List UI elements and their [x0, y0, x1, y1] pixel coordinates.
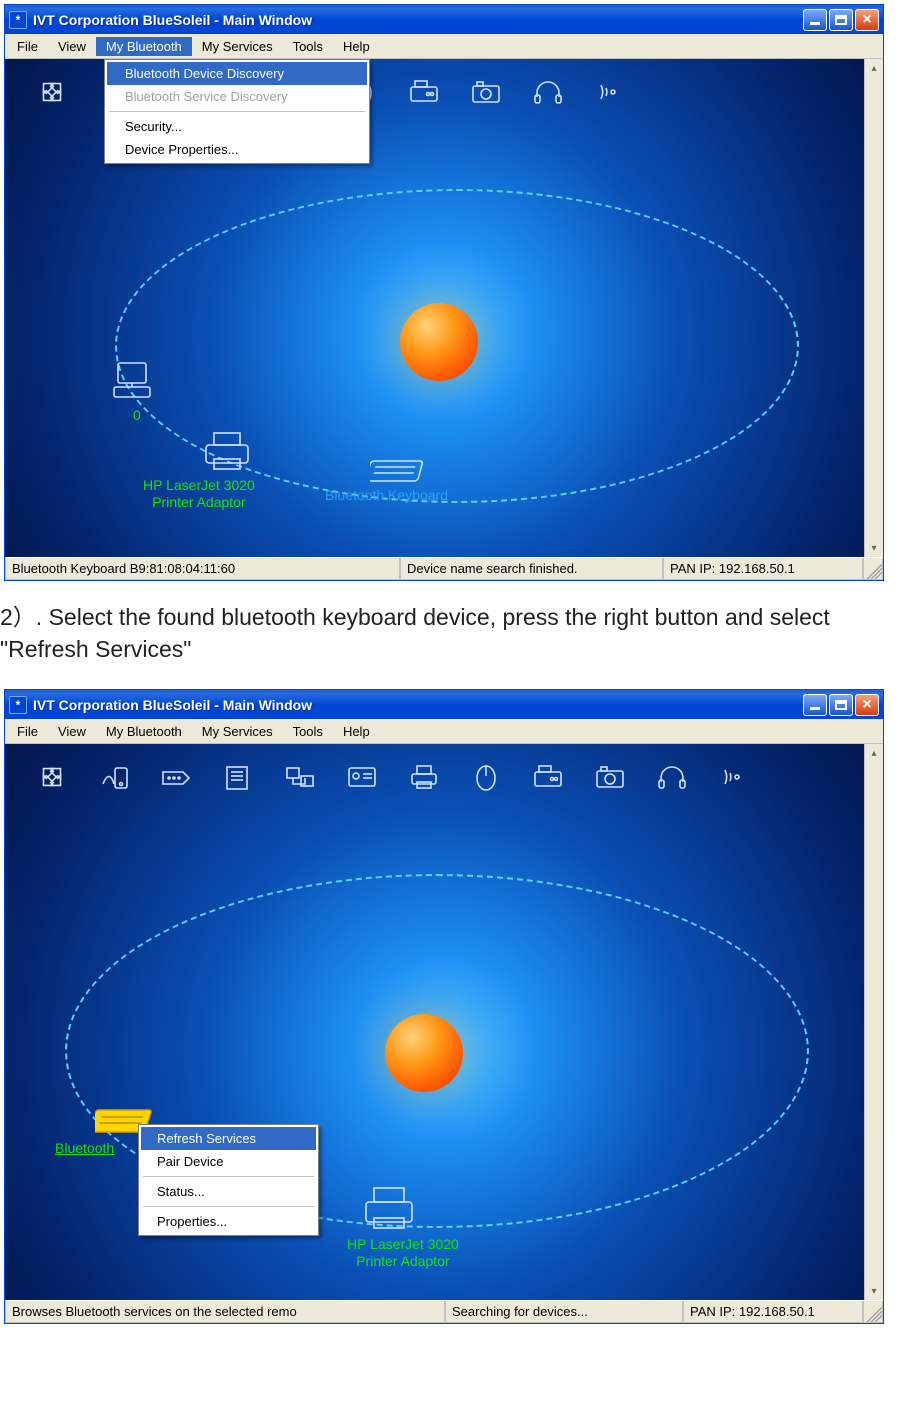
- ctx-refresh-services[interactable]: Refresh Services: [141, 1127, 316, 1150]
- window-title: IVT Corporation BlueSoleil - Main Window: [33, 697, 803, 713]
- bluetooth-icon: *: [9, 696, 27, 714]
- ctx-status[interactable]: Status...: [141, 1180, 316, 1203]
- status-right: PAN IP: 192.168.50.1: [683, 1301, 863, 1323]
- menu-separator: [109, 111, 365, 112]
- status-bar: Bluetooth Keyboard B9:81:08:04:11:60 Dev…: [5, 557, 883, 580]
- status-center: Device name search finished.: [400, 558, 663, 580]
- headset-icon[interactable]: [531, 77, 565, 107]
- device-keyboard-label: Bluetooth Keyboard: [325, 487, 448, 504]
- scroll-up-icon[interactable]: ▴: [865, 59, 883, 77]
- scroll-up-icon[interactable]: ▴: [865, 744, 883, 762]
- ctx-properties[interactable]: Properties...: [141, 1210, 316, 1233]
- bluetooth-icon: *: [9, 11, 27, 29]
- menu-view[interactable]: View: [48, 37, 96, 56]
- scroll-track[interactable]: [865, 77, 883, 539]
- menu-item-device-discovery[interactable]: Bluetooth Device Discovery: [107, 62, 367, 85]
- bluesoleil-window-1: * IVT Corporation BlueSoleil - Main Wind…: [4, 4, 884, 581]
- device-context-menu: Refresh Services Pair Device Status... P…: [138, 1124, 319, 1236]
- device-printer[interactable]: [360, 1184, 418, 1235]
- menu-item-device-properties[interactable]: Device Properties...: [107, 138, 367, 161]
- menu-bar: File View My Bluetooth My Services Tools…: [5, 34, 883, 59]
- scroll-down-icon[interactable]: ▾: [865, 539, 883, 557]
- menu-file[interactable]: File: [7, 37, 48, 56]
- menu-tools[interactable]: Tools: [283, 37, 333, 56]
- device-printer-label: HP LaserJet 3020 Printer Adaptor: [347, 1236, 459, 1270]
- resize-grip[interactable]: [863, 558, 883, 580]
- device-printer-label: HP LaserJet 3020 Printer Adaptor: [143, 477, 255, 511]
- opp-icon[interactable]: [345, 762, 379, 792]
- minimize-button[interactable]: [803, 694, 827, 716]
- device-keyboard-label[interactable]: Bluetooth: [55, 1140, 114, 1157]
- hid-icon[interactable]: [469, 762, 503, 792]
- pan-icon[interactable]: [35, 77, 69, 107]
- vertical-scrollbar[interactable]: ▴ ▾: [864, 59, 883, 557]
- bluesoleil-window-2: * IVT Corporation BlueSoleil - Main Wind…: [4, 689, 884, 1324]
- menu-my-bluetooth[interactable]: My Bluetooth: [96, 722, 192, 741]
- menu-item-security[interactable]: Security...: [107, 115, 367, 138]
- instruction-step-2: 2）. Select the found bluetooth keyboard …: [0, 581, 907, 689]
- bip-icon[interactable]: [593, 762, 627, 792]
- title-bar[interactable]: * IVT Corporation BlueSoleil - Main Wind…: [5, 690, 883, 719]
- menu-my-services[interactable]: My Services: [192, 722, 283, 741]
- status-left: Browses Bluetooth services on the select…: [5, 1301, 445, 1323]
- status-center: Searching for devices...: [445, 1301, 683, 1323]
- client-area: 0 HP LaserJet 3020 Printer Adaptor Bluet…: [5, 59, 883, 557]
- resize-grip[interactable]: [863, 1301, 883, 1323]
- device-printer[interactable]: [200, 429, 254, 476]
- minimize-button[interactable]: [803, 9, 827, 31]
- center-sun[interactable]: [385, 1014, 463, 1092]
- av-icon[interactable]: [717, 762, 751, 792]
- menu-help[interactable]: Help: [333, 722, 380, 741]
- menu-separator: [143, 1176, 314, 1177]
- center-sun[interactable]: [400, 303, 478, 381]
- ftp-icon[interactable]: [221, 762, 255, 792]
- maximize-button[interactable]: [829, 9, 853, 31]
- device-computer-label: 0: [133, 407, 141, 424]
- title-bar[interactable]: * IVT Corporation BlueSoleil - Main Wind…: [5, 5, 883, 34]
- service-toolbar: [35, 762, 853, 792]
- menu-item-service-discovery: Bluetooth Service Discovery: [107, 85, 367, 108]
- status-right: PAN IP: 192.168.50.1: [663, 558, 863, 580]
- serial-icon[interactable]: [159, 762, 193, 792]
- menu-my-services[interactable]: My Services: [192, 37, 283, 56]
- my-bluetooth-dropdown: Bluetooth Device Discovery Bluetooth Ser…: [104, 59, 370, 164]
- menu-bar: File View My Bluetooth My Services Tools…: [5, 719, 883, 744]
- menu-tools[interactable]: Tools: [283, 722, 333, 741]
- close-button[interactable]: ×: [855, 9, 879, 31]
- ctx-pair-device[interactable]: Pair Device: [141, 1150, 316, 1173]
- window-title: IVT Corporation BlueSoleil - Main Window: [33, 12, 803, 28]
- menu-file[interactable]: File: [7, 722, 48, 741]
- av-icon[interactable]: [593, 77, 627, 107]
- menu-my-bluetooth[interactable]: My Bluetooth: [96, 37, 192, 56]
- status-left: Bluetooth Keyboard B9:81:08:04:11:60: [5, 558, 400, 580]
- printer-icon[interactable]: [407, 762, 441, 792]
- lan-icon[interactable]: [283, 762, 317, 792]
- device-keyboard[interactable]: [370, 457, 426, 488]
- bip-icon[interactable]: [469, 77, 503, 107]
- menu-view[interactable]: View: [48, 722, 96, 741]
- fax-icon[interactable]: [531, 762, 565, 792]
- status-bar: Browses Bluetooth services on the select…: [5, 1300, 883, 1323]
- client-area: Bluetooth HP LaserJet 3020 Printer Adapt…: [5, 744, 883, 1300]
- scroll-track[interactable]: [865, 762, 883, 1282]
- menu-separator: [143, 1206, 314, 1207]
- scroll-down-icon[interactable]: ▾: [865, 1282, 883, 1300]
- vertical-scrollbar[interactable]: ▴ ▾: [864, 744, 883, 1300]
- device-computer[interactable]: [110, 359, 160, 406]
- menu-help[interactable]: Help: [333, 37, 380, 56]
- fax-icon[interactable]: [407, 77, 441, 107]
- dun-icon[interactable]: [97, 762, 131, 792]
- close-button[interactable]: ×: [855, 694, 879, 716]
- pan-icon[interactable]: [35, 762, 69, 792]
- headset-icon[interactable]: [655, 762, 689, 792]
- maximize-button[interactable]: [829, 694, 853, 716]
